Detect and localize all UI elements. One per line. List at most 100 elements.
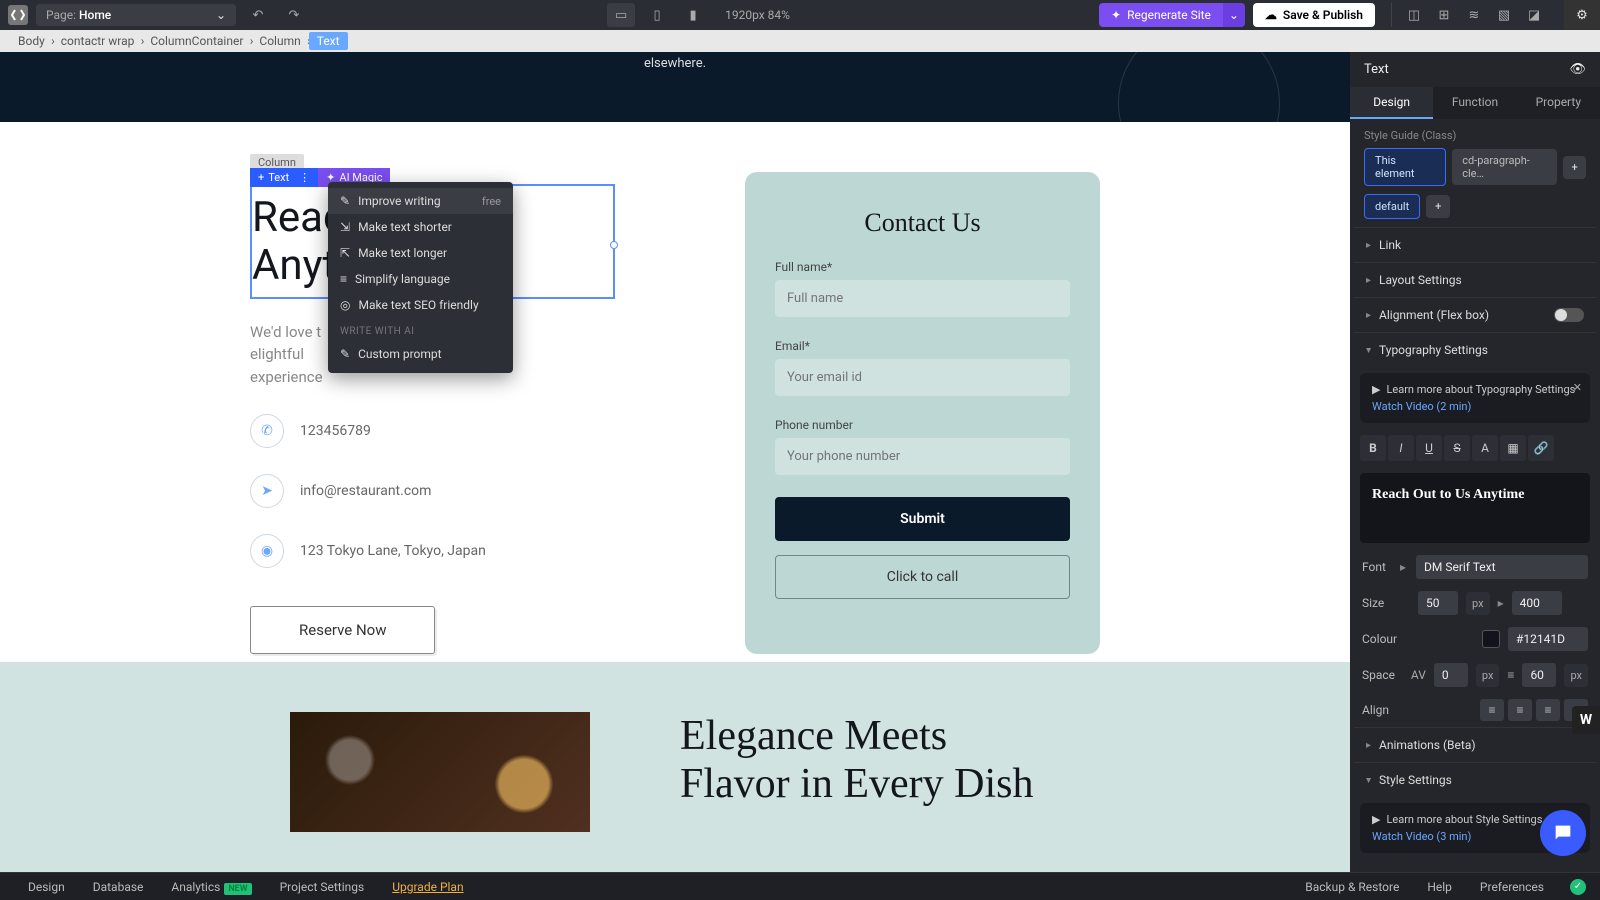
align-left[interactable]: ≡ xyxy=(1480,699,1504,721)
bb-upgrade[interactable]: Upgrade Plan xyxy=(378,880,477,894)
email-input[interactable] xyxy=(775,359,1070,396)
page-value: Home xyxy=(79,8,111,22)
save-publish-button[interactable]: ☁ Save & Publish xyxy=(1253,3,1375,27)
page-selector[interactable]: Page: Home ⌄ xyxy=(36,4,236,26)
text-color-button[interactable]: A xyxy=(1472,435,1498,461)
acc-alignment[interactable]: ▸Alignment (Flex box) xyxy=(1354,297,1596,332)
fullname-label: Full name* xyxy=(775,260,1070,274)
ai-seo[interactable]: ◎Make text SEO friendly xyxy=(328,292,513,318)
italic-button[interactable]: I xyxy=(1388,435,1414,461)
fullname-input[interactable] xyxy=(775,280,1070,317)
subtext-l1: We'd love t xyxy=(250,323,321,341)
click-to-call-button[interactable]: Click to call xyxy=(775,555,1070,599)
chip-add-state[interactable]: + xyxy=(1426,195,1450,218)
font-input[interactable] xyxy=(1416,555,1588,579)
email-label: Email* xyxy=(775,339,1070,353)
bb-analytics[interactable]: AnalyticsNEW xyxy=(157,880,265,894)
ai-simplify[interactable]: ≡Simplify language xyxy=(328,266,513,292)
link-button[interactable]: 🔗 xyxy=(1528,435,1554,461)
size-input[interactable] xyxy=(1418,591,1458,615)
chip-default[interactable]: default xyxy=(1364,194,1420,219)
letter-spacing-input[interactable] xyxy=(1434,663,1468,687)
bb-backup[interactable]: Backup & Restore xyxy=(1291,880,1413,894)
desktop-view-button[interactable]: ▭ xyxy=(607,3,635,27)
highlight-button[interactable]: ▦ xyxy=(1500,435,1526,461)
bb-database[interactable]: Database xyxy=(79,880,158,894)
bold-button[interactable]: B xyxy=(1360,435,1386,461)
align-center[interactable]: ≡ xyxy=(1508,699,1532,721)
ai-custom-prompt[interactable]: ✎Custom prompt xyxy=(328,341,513,367)
alignment-toggle[interactable] xyxy=(1554,308,1584,322)
crumb-body[interactable]: Body xyxy=(10,34,53,48)
acc-layout[interactable]: ▸Layout Settings xyxy=(1354,262,1596,297)
ai-make-longer[interactable]: ⇱Make text longer xyxy=(328,240,513,266)
bookmark-icon[interactable]: ◪ xyxy=(1520,3,1548,27)
acc-animations[interactable]: ▸Animations (Beta) xyxy=(1354,727,1596,762)
colour-swatch[interactable] xyxy=(1482,630,1500,648)
canvas[interactable]: elsewhere. Column +Text⋮ ✦AI Magic ✎Impr… xyxy=(0,52,1350,872)
image-icon[interactable]: ▧ xyxy=(1490,3,1518,27)
tablet-view-button[interactable]: ▯ xyxy=(643,3,671,27)
strike-button[interactable]: S xyxy=(1444,435,1470,461)
line-height-input[interactable] xyxy=(1522,663,1556,687)
subtext-tail: elightful xyxy=(250,345,304,363)
regenerate-caret[interactable]: ⌄ xyxy=(1223,3,1245,27)
align-right[interactable]: ≡ xyxy=(1536,699,1560,721)
bb-prefs[interactable]: Preferences xyxy=(1466,880,1558,894)
text-tag[interactable]: +Text⋮ xyxy=(250,168,318,187)
colour-input[interactable] xyxy=(1508,627,1588,651)
underline-button[interactable]: U xyxy=(1416,435,1442,461)
acc-link[interactable]: ▸Link xyxy=(1354,227,1596,262)
chevron-down-icon: ⌄ xyxy=(216,8,226,22)
crumb-wrap[interactable]: contactr wrap xyxy=(53,34,143,48)
acc-typography[interactable]: ▸Typography Settings xyxy=(1354,332,1596,367)
phone-label: Phone number xyxy=(775,418,1070,432)
tab-property[interactable]: Property xyxy=(1517,87,1600,119)
crumb-column[interactable]: Column xyxy=(251,34,308,48)
chip-class2[interactable]: cd-paragraph-cle… xyxy=(1452,149,1557,185)
submit-button[interactable]: Submit xyxy=(775,497,1070,541)
hero-image xyxy=(290,712,590,832)
class-chips: This element cd-paragraph-cle… + xyxy=(1350,148,1600,194)
hero-strip-text: elsewhere. xyxy=(644,56,706,71)
weight-input[interactable] xyxy=(1512,591,1562,615)
reserve-button[interactable]: Reserve Now xyxy=(250,606,435,654)
line-unit[interactable]: px xyxy=(1564,664,1588,687)
bb-project-settings[interactable]: Project Settings xyxy=(266,880,379,894)
size-unit[interactable]: px xyxy=(1466,592,1490,615)
settings-button[interactable]: ⚙ xyxy=(1564,0,1600,30)
panels-icon[interactable]: ◫ xyxy=(1400,3,1428,27)
add-section-icon[interactable]: ⊞ xyxy=(1430,3,1458,27)
layers-icon[interactable]: ≋ xyxy=(1460,3,1488,27)
close-tip[interactable]: ✕ xyxy=(1573,381,1582,394)
phone-input[interactable] xyxy=(775,438,1070,475)
chip-add[interactable]: + xyxy=(1563,156,1586,179)
tab-design[interactable]: Design xyxy=(1350,87,1433,119)
more-icon[interactable]: ⋮ xyxy=(299,171,310,184)
address-value: 123 Tokyo Lane, Tokyo, Japan xyxy=(300,543,486,559)
mobile-view-button[interactable]: ▮ xyxy=(679,3,707,27)
status-ok-icon: ✓ xyxy=(1570,879,1586,895)
tip-link[interactable]: Watch Video (2 min) xyxy=(1372,400,1578,413)
undo-button[interactable]: ↶ xyxy=(244,3,272,27)
regenerate-site-button[interactable]: ✦ Regenerate Site ⌄ xyxy=(1099,3,1245,27)
letter-unit[interactable]: px xyxy=(1476,664,1500,687)
bb-design[interactable]: Design xyxy=(14,880,79,894)
app-logo[interactable] xyxy=(8,5,28,25)
new-badge: NEW xyxy=(224,883,251,895)
crumb-text[interactable]: Text xyxy=(309,32,348,50)
visibility-icon[interactable]: 👁 xyxy=(1569,62,1586,77)
redo-button[interactable]: ↷ xyxy=(280,3,308,27)
ai-make-shorter[interactable]: ⇲Make text shorter xyxy=(328,214,513,240)
acc-style-settings[interactable]: ▸Style Settings xyxy=(1354,762,1596,797)
widget-toggle[interactable]: W xyxy=(1572,706,1600,734)
crumb-container[interactable]: ColumnContainer xyxy=(142,34,251,48)
top-bar: Page: Home ⌄ ↶ ↷ ▭ ▯ ▮ 1920px 84% ✦ Rege… xyxy=(0,0,1600,30)
space-row: Space AV px ≡ px xyxy=(1350,657,1600,693)
chat-bubble[interactable] xyxy=(1540,810,1586,856)
resize-handle[interactable] xyxy=(610,241,618,249)
bb-help[interactable]: Help xyxy=(1413,880,1466,894)
chip-this-element[interactable]: This element xyxy=(1364,148,1446,186)
tab-function[interactable]: Function xyxy=(1433,87,1516,119)
ai-improve-writing[interactable]: ✎Improve writingfree xyxy=(328,188,513,214)
